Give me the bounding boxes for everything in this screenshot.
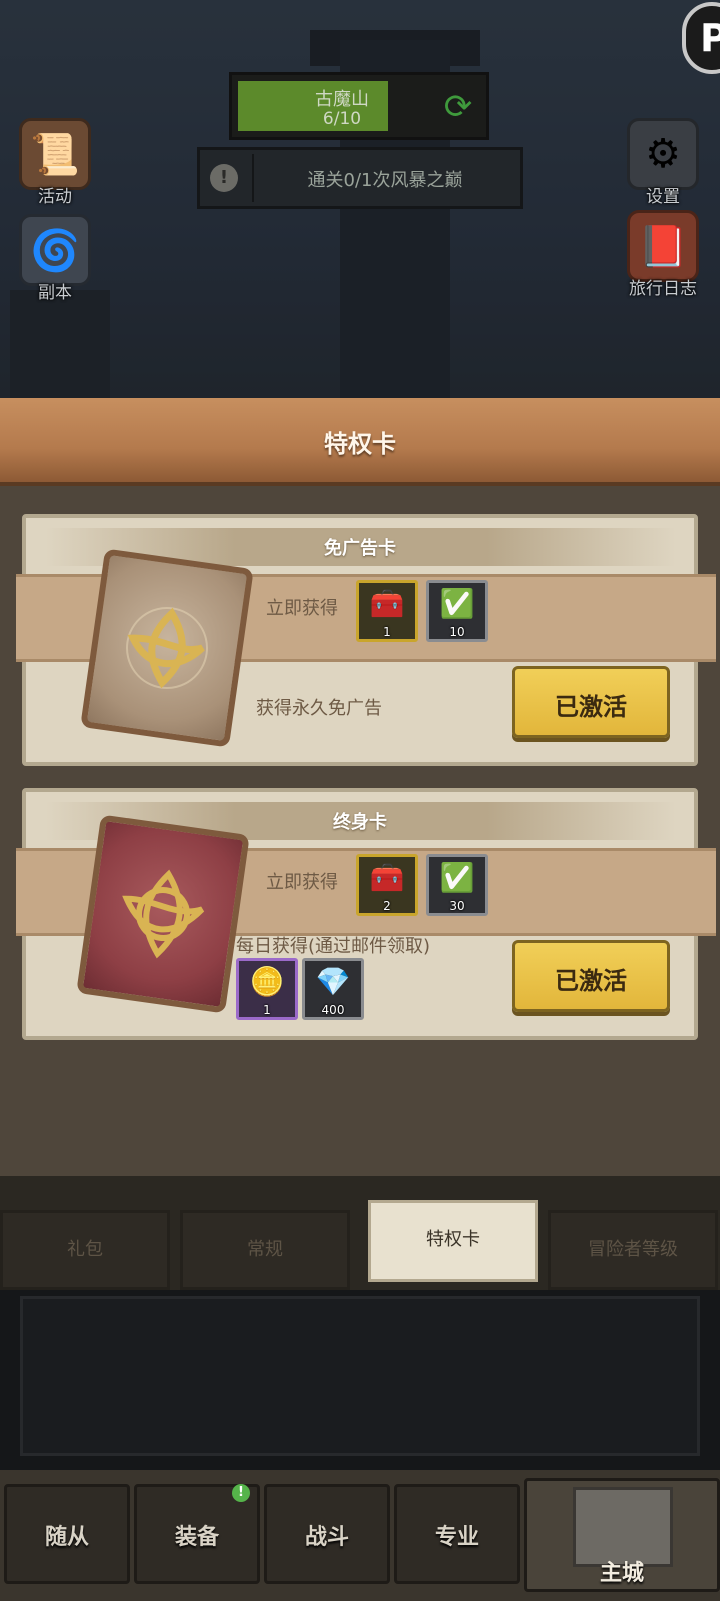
quest-text: 通关0/1次风暴之巅	[307, 170, 463, 191]
activated-button[interactable]: 已激活	[512, 940, 670, 1012]
activated-label: 已激活	[555, 693, 627, 721]
reward-item-chest[interactable]: 🧰 1	[356, 580, 418, 642]
gear-icon: ⚙	[627, 118, 699, 190]
stage-name: 古魔山	[315, 89, 369, 110]
activated-button[interactable]: 已激活	[512, 666, 670, 738]
portal-icon: 🌀	[19, 214, 91, 286]
game-scene: 古魔山 6/10 ⟳ ! 通关0/1次风暴之巅 📜 活动 🌀 副本 ⚙ 设置 📕…	[0, 0, 720, 400]
nav-label: 专业	[434, 1525, 479, 1550]
nav-label: 战斗	[304, 1525, 349, 1550]
triquetra-icon	[126, 607, 208, 689]
tab-label: 礼包	[67, 1239, 103, 1260]
quest-tracker[interactable]: ! 通关0/1次风暴之巅	[197, 147, 523, 209]
item-count: 1	[383, 625, 391, 639]
instant-reward-label: 立即获得	[266, 598, 338, 619]
panel-header: 特权卡	[0, 398, 720, 486]
instant-reward-label: 立即获得	[266, 872, 338, 893]
nav-profession[interactable]: 专业	[394, 1484, 520, 1584]
daily-reward-label: 每日获得(通过邮件领取)	[236, 936, 431, 957]
nav-label: 随从	[44, 1525, 89, 1550]
nav-battle[interactable]: 战斗	[264, 1484, 390, 1584]
panel-title: 特权卡	[324, 430, 396, 458]
card-lifetime: 终身卡 立即获得 🧰 2 ✅ 30 每日获得(通过邮件领取) 🪙 1 💎 400	[16, 788, 716, 1040]
item-count: 1	[263, 1003, 271, 1017]
card-description: 获得永久免广告	[256, 698, 382, 719]
treasure-chest-icon: 🧰	[369, 861, 405, 894]
activity-label: 活动	[38, 187, 72, 207]
item-count: 30	[449, 899, 465, 913]
gem-stone-icon: 💎	[315, 965, 351, 998]
activated-label: 已激活	[555, 967, 627, 995]
lifetime-card-art	[76, 814, 250, 1014]
travel-log-button[interactable]: 📕 旅行日志	[618, 210, 708, 299]
refresh-icon[interactable]: ⟳	[438, 87, 478, 127]
travel-log-label: 旅行日志	[629, 279, 697, 299]
dungeon-label: 副本	[38, 283, 72, 303]
tab-adventurer-level[interactable]: 冒险者等级	[548, 1210, 718, 1290]
item-count: 2	[383, 899, 391, 913]
settings-label: 设置	[646, 187, 680, 207]
gold-ore-icon: 🪙	[249, 965, 285, 998]
book-icon: 📕	[627, 210, 699, 282]
divider	[252, 154, 254, 202]
checkmark-card-icon: ✅	[439, 587, 475, 620]
checkmark-card-icon: ✅	[439, 861, 475, 894]
tab-label: 冒险者等级	[588, 1239, 678, 1260]
notification-badge: !	[232, 1484, 250, 1502]
tab-privilege-card[interactable]: 特权卡	[368, 1200, 538, 1282]
nav-label: 装备	[174, 1525, 219, 1550]
treasure-chest-icon: 🧰	[369, 587, 405, 620]
reward-item-ticket[interactable]: ✅ 10	[426, 580, 488, 642]
nav-label: 主城	[599, 1561, 644, 1586]
tab-regular[interactable]: 常规	[180, 1210, 350, 1290]
bottom-nav: 随从 装备 战斗 专业 主城	[0, 1470, 720, 1601]
scroll-board-icon: 📜	[19, 118, 91, 190]
reward-item-ticket[interactable]: ✅ 30	[426, 854, 488, 916]
no-ads-card-art	[80, 548, 254, 748]
daily-item-gem[interactable]: 💎 400	[302, 958, 364, 1020]
tab-gift-pack[interactable]: 礼包	[0, 1210, 170, 1290]
nav-followers[interactable]: 随从	[4, 1484, 130, 1584]
lower-frame	[20, 1296, 700, 1456]
daily-item-gold-ore[interactable]: 🪙 1	[236, 958, 298, 1020]
stage-progress-box[interactable]: 古魔山 6/10 ⟳	[229, 72, 489, 140]
activity-button[interactable]: 📜 活动	[10, 118, 100, 207]
panel-body: 免广告卡 立即获得 🧰 1 ✅ 10 获得永久免广告 已激活 终身卡 立即获得 …	[0, 486, 720, 1176]
card-no-ads: 免广告卡 立即获得 🧰 1 ✅ 10 获得永久免广告 已激活	[16, 514, 716, 766]
exclamation-icon: !	[210, 164, 238, 192]
celtic-knot-icon	[122, 869, 205, 959]
dungeon-button[interactable]: 🌀 副本	[10, 214, 100, 303]
tab-label: 常规	[247, 1239, 283, 1260]
settings-button[interactable]: ⚙ 设置	[618, 118, 708, 207]
tab-label: 特权卡	[426, 1229, 480, 1250]
lower-panel	[0, 1290, 720, 1470]
stage-progress-text: 6/10	[322, 109, 362, 129]
shop-tabs: 礼包 常规 特权卡 冒险者等级	[0, 1200, 720, 1290]
nav-main-city[interactable]: 主城	[524, 1478, 720, 1592]
item-count: 400	[321, 1003, 345, 1017]
reward-item-chest[interactable]: 🧰 2	[356, 854, 418, 916]
item-count: 10	[449, 625, 465, 639]
